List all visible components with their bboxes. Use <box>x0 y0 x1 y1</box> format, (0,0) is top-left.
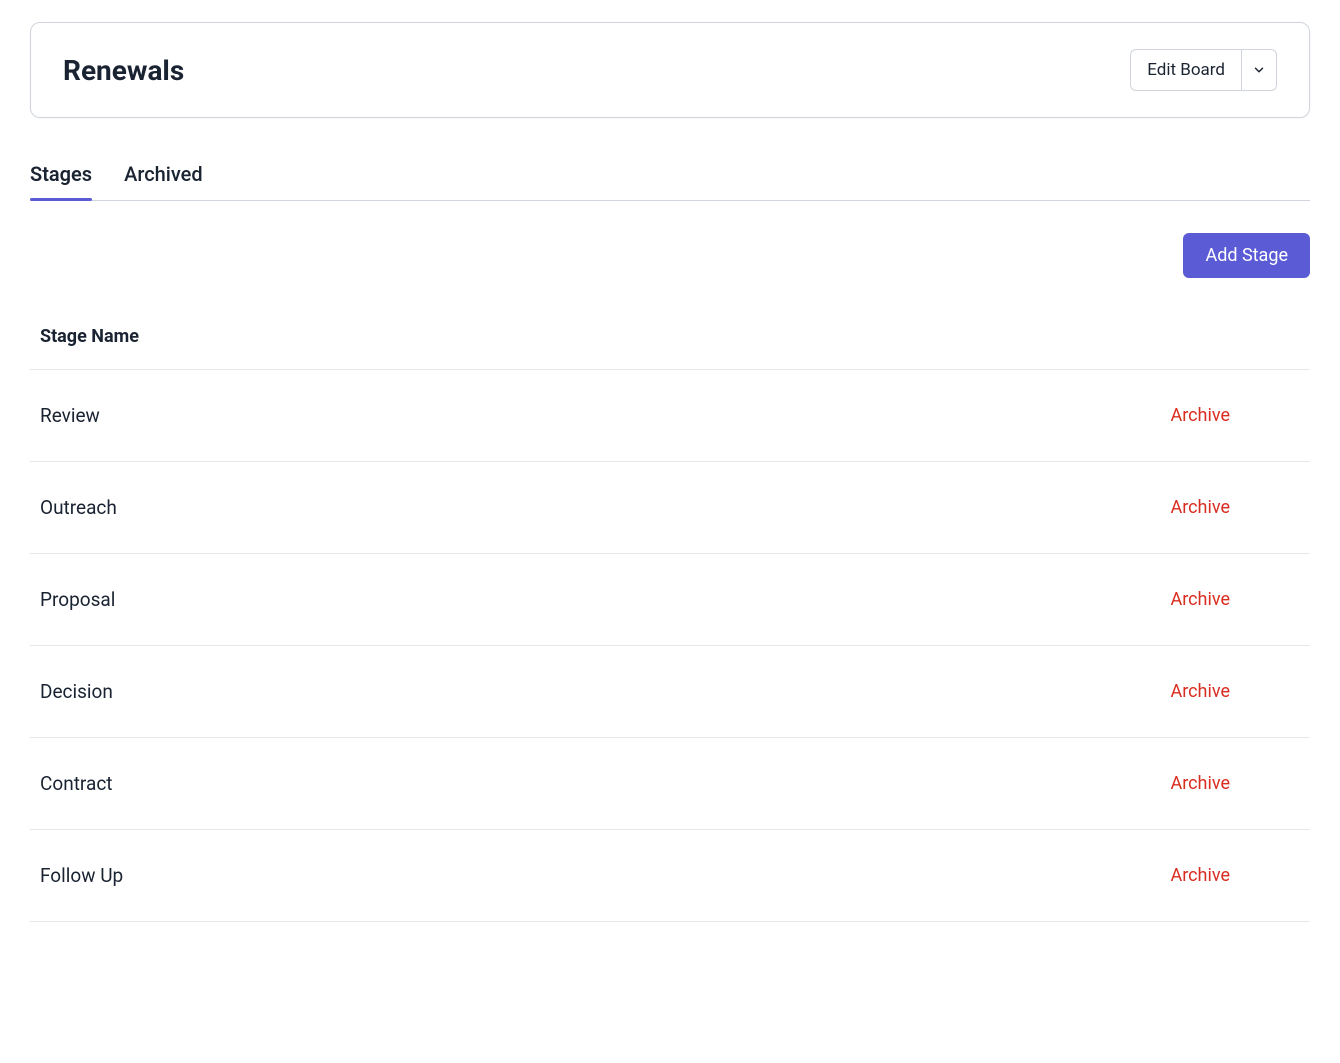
actions-row: Add Stage <box>30 233 1310 278</box>
page-title: Renewals <box>63 54 184 87</box>
tab-stages[interactable]: Stages <box>30 162 92 200</box>
tab-archived[interactable]: Archived <box>124 162 203 200</box>
table-row: Contract Archive <box>30 738 1310 830</box>
archive-link[interactable]: Archive <box>1170 773 1300 794</box>
table-row: Outreach Archive <box>30 462 1310 554</box>
stage-name: Proposal <box>40 588 115 611</box>
archive-link[interactable]: Archive <box>1170 865 1300 886</box>
archive-link[interactable]: Archive <box>1170 681 1300 702</box>
stage-name: Follow Up <box>40 864 123 887</box>
stages-table: Stage Name Review Archive Outreach Archi… <box>30 310 1310 922</box>
edit-board-button-group: Edit Board <box>1130 49 1277 91</box>
tabs: Stages Archived <box>30 162 1310 201</box>
archive-link[interactable]: Archive <box>1170 589 1300 610</box>
stage-name: Outreach <box>40 496 117 519</box>
header-card: Renewals Edit Board <box>30 22 1310 118</box>
add-stage-button[interactable]: Add Stage <box>1183 233 1310 278</box>
edit-board-button[interactable]: Edit Board <box>1130 49 1242 91</box>
edit-board-dropdown-toggle[interactable] <box>1242 49 1277 91</box>
table-column-header: Stage Name <box>30 310 1310 370</box>
table-row: Decision Archive <box>30 646 1310 738</box>
table-row: Proposal Archive <box>30 554 1310 646</box>
table-row: Follow Up Archive <box>30 830 1310 922</box>
archive-link[interactable]: Archive <box>1170 405 1300 426</box>
archive-link[interactable]: Archive <box>1170 497 1300 518</box>
stage-name: Review <box>40 404 100 427</box>
chevron-down-icon <box>1252 63 1266 77</box>
stage-name: Contract <box>40 772 112 795</box>
stage-name: Decision <box>40 680 113 703</box>
table-row: Review Archive <box>30 370 1310 462</box>
